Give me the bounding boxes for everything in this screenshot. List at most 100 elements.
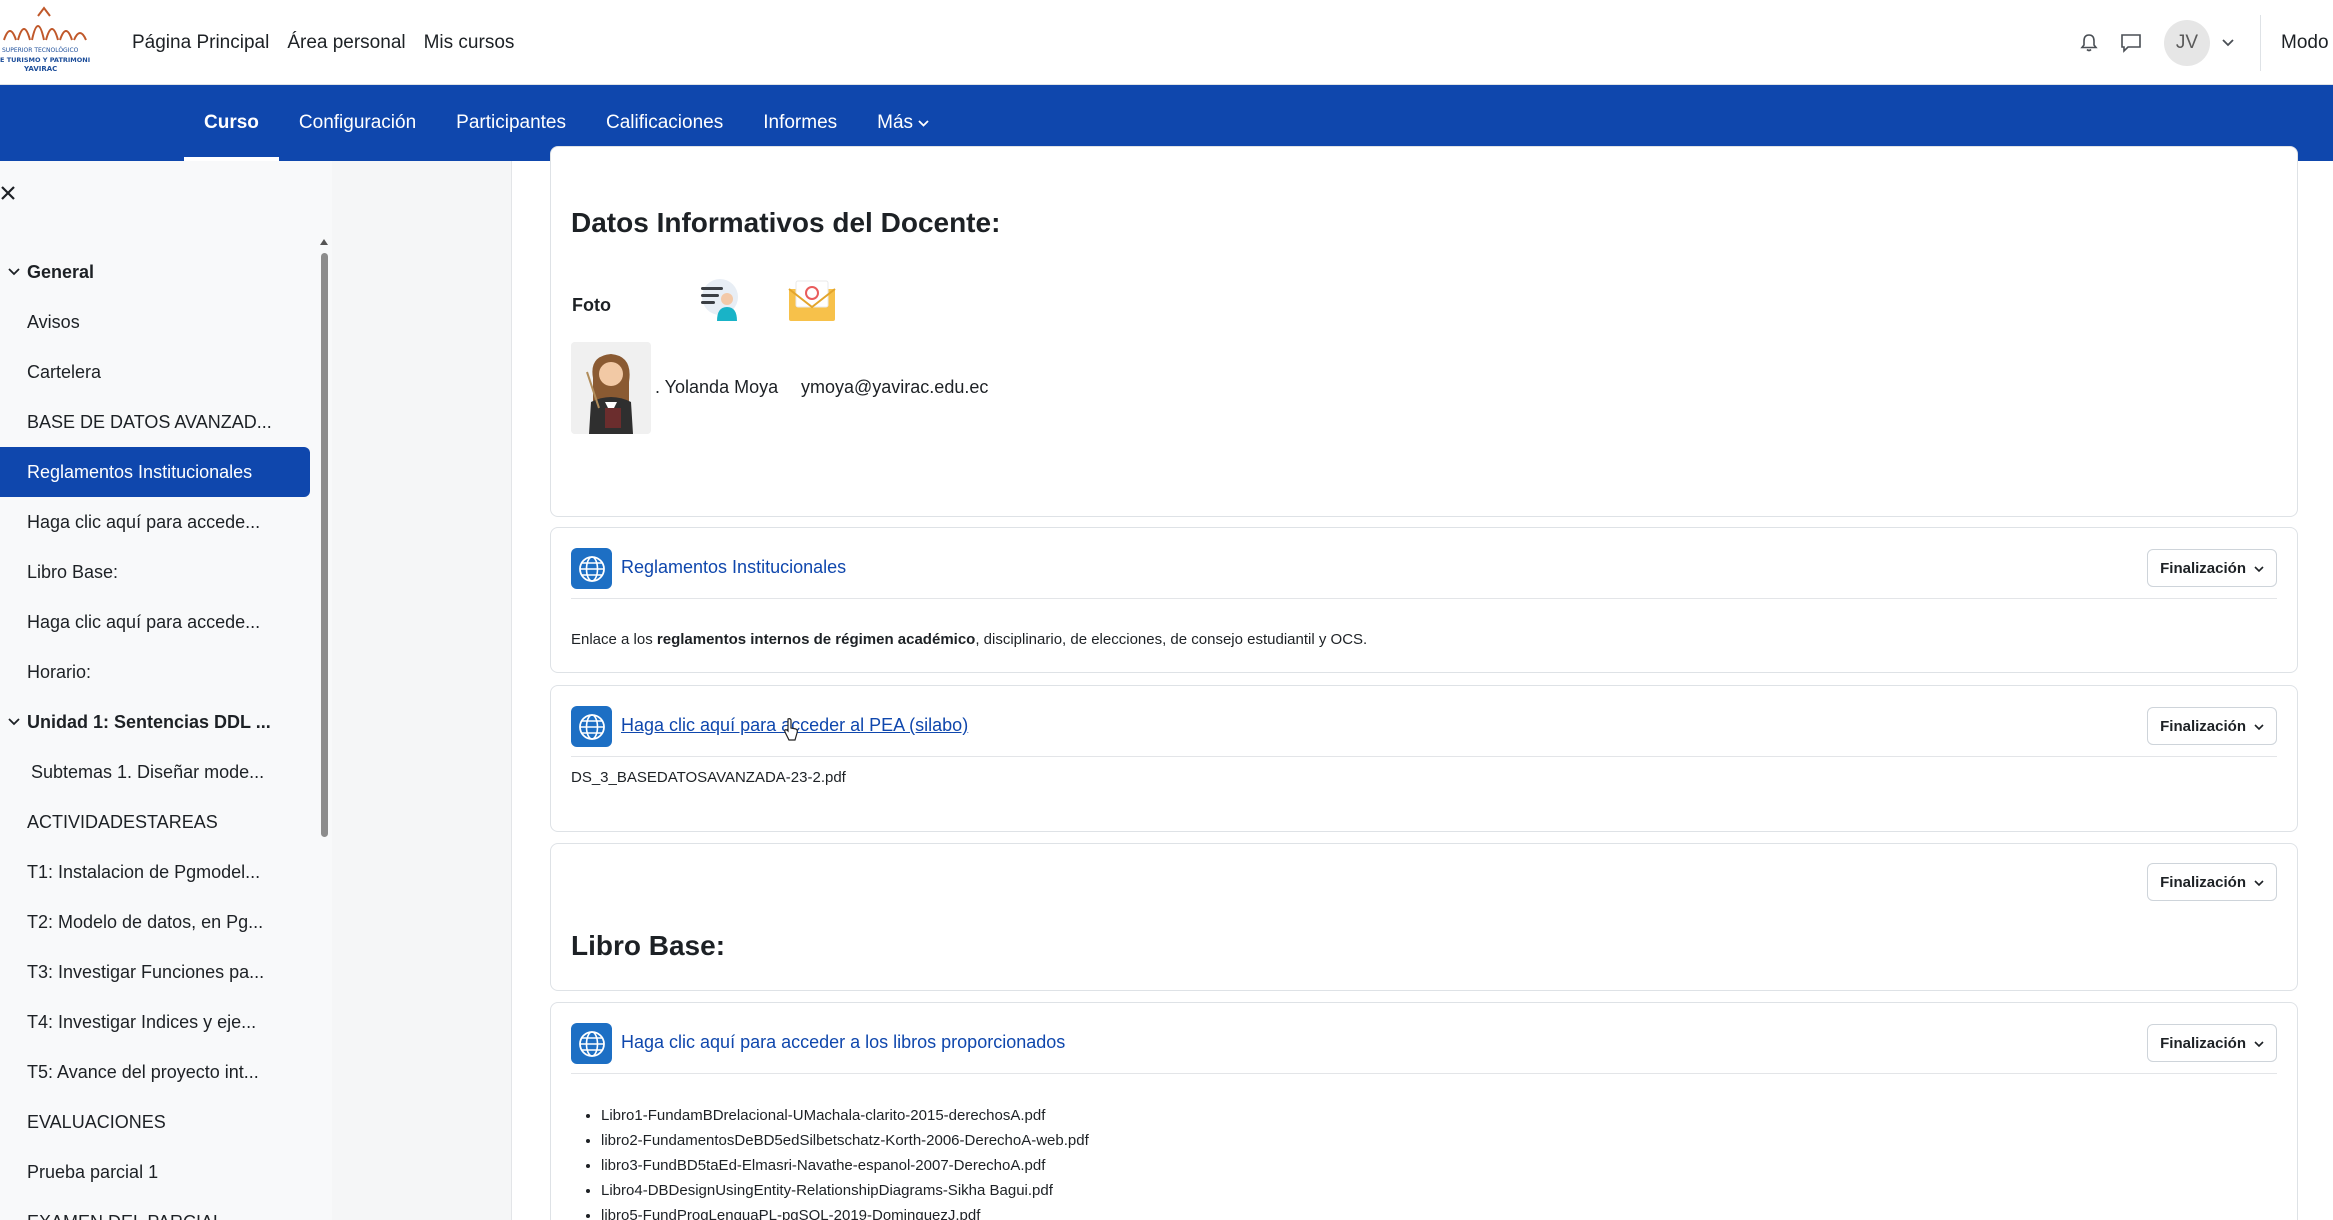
scrollbar[interactable] (321, 253, 328, 837)
teacher-email[interactable]: ymoya@yavirac.edu.ec (801, 377, 988, 398)
index-item-label: BASE DE DATOS AVANZAD... (27, 411, 272, 432)
url-globe-icon (571, 706, 612, 747)
index-item[interactable]: BASE DE DATOS AVANZAD... (0, 397, 310, 447)
list-item: libro5-FundProgLenguaPL-pgSQL-2019-Domin… (601, 1203, 1089, 1220)
attached-file-name: DS_3_BASEDATOSAVANZADA-23-2.pdf (571, 769, 846, 786)
completion-label: Finalización (2160, 1034, 2246, 1052)
section-heading: Datos Informativos del Docente: (571, 207, 1001, 238)
tab-course[interactable]: Curso (184, 85, 279, 161)
teacher-name: . Yolanda Moya (655, 377, 779, 397)
index-item[interactable]: T4: Investigar Indices y eje... (0, 997, 310, 1047)
scroll-up-arrow-icon[interactable] (320, 239, 328, 245)
chevron-down-icon[interactable] (0, 718, 27, 726)
index-item-label: EVALUACIONES (27, 1111, 166, 1132)
index-item[interactable]: T1: Instalacion de Pgmodel... (0, 847, 310, 897)
list-item: libro3-FundBD5taEd-Elmasri-Navathe-espan… (601, 1153, 1089, 1178)
index-item[interactable]: Subtemas 1. Diseñar mode... (0, 747, 310, 797)
nav-my-courses[interactable]: Mis cursos (424, 26, 515, 60)
close-icon[interactable] (0, 185, 20, 205)
index-item[interactable]: Haga clic aquí para accede... (0, 597, 310, 647)
activity-card: Haga clic aquí para acceder al PEA (sila… (550, 685, 2298, 832)
index-item-label: Cartelera (27, 361, 102, 382)
activity-card: Reglamentos Institucionales Finalización… (550, 527, 2298, 673)
index-item-label: Prueba parcial 1 (27, 1161, 159, 1182)
index-section[interactable]: General (0, 247, 310, 297)
url-globe-icon (571, 1023, 612, 1064)
nav-home[interactable]: Página Principal (132, 26, 269, 60)
chevron-down-icon (2254, 560, 2264, 577)
index-item[interactable]: Horario: (0, 647, 310, 697)
index-section-label: General (27, 261, 95, 282)
photo-label: Foto (572, 295, 611, 315)
index-item[interactable]: Cartelera (0, 347, 310, 397)
index-item[interactable]: ACTIVIDADESTAREAS (0, 797, 310, 847)
teacher-id-icon (695, 275, 745, 330)
index-item[interactable]: EVALUACIONES (0, 1097, 310, 1147)
tab-label: Calificaciones (606, 112, 724, 133)
activity-card: Haga clic aquí para acceder a los libros… (550, 1002, 2298, 1220)
section-heading: Libro Base: (571, 930, 726, 961)
notifications-bell-icon[interactable] (2068, 22, 2110, 64)
list-item: Libro1-FundamBDrelacional-UMachala-clari… (601, 1103, 1089, 1128)
index-item-label: Libro Base: (27, 561, 119, 582)
chevron-down-icon[interactable] (2218, 38, 2238, 47)
divider (571, 1073, 2277, 1074)
tab-label: Participantes (456, 112, 566, 133)
svg-text:E TURISMO Y PATRIMONIO: E TURISMO Y PATRIMONIO (0, 56, 90, 64)
index-item[interactable]: T5: Avance del proyecto int... (0, 1047, 310, 1097)
index-item-label: ACTIVIDADESTAREAS (27, 811, 218, 832)
index-section-label: Unidad 1: Sentencias DDL ... (27, 711, 271, 732)
tab-settings[interactable]: Configuración (279, 85, 436, 161)
course-index: General Avisos Cartelera BASE DE DATOS A… (0, 247, 310, 1220)
activity-description: Enlace a los reglamentos internos de rég… (571, 631, 1367, 648)
edit-mode-label[interactable]: Modo (2281, 32, 2333, 54)
messages-icon[interactable] (2110, 22, 2152, 64)
index-item[interactable]: T3: Investigar Funciones pa... (0, 947, 310, 997)
svg-text:YAVIRAC: YAVIRAC (23, 65, 57, 73)
book-list: Libro1-FundamBDrelacional-UMachala-clari… (601, 1103, 1089, 1220)
index-section[interactable]: Unidad 1: Sentencias DDL ... (0, 697, 310, 747)
activity-link[interactable]: Haga clic aquí para acceder a los libros… (621, 1032, 1065, 1053)
index-item-active[interactable]: Reglamentos Institucionales (0, 447, 310, 497)
index-item-label: Horario: (27, 661, 92, 682)
chevron-down-icon (918, 119, 929, 127)
completion-label: Finalización (2160, 717, 2246, 735)
index-item[interactable]: Haga clic aquí para accede... (0, 497, 310, 547)
tab-label: Informes (763, 112, 838, 133)
list-item: Libro4-DBDesignUsingEntity-RelationshipD… (601, 1178, 1089, 1203)
divider (571, 756, 2277, 757)
divider (571, 598, 2277, 599)
completion-dropdown[interactable]: Finalización (2147, 707, 2277, 745)
index-item-label: T1: Instalacion de Pgmodel... (27, 861, 261, 882)
index-item-label: Haga clic aquí para accede... (27, 611, 261, 632)
tab-label: Más (877, 112, 914, 133)
site-logo[interactable]: SUPERIOR TECNOLÓGICO E TURISMO Y PATRIMO… (0, 6, 96, 76)
chevron-down-icon (2254, 1035, 2264, 1052)
chevron-down-icon[interactable] (0, 268, 27, 276)
activity-link[interactable]: Reglamentos Institucionales (621, 557, 846, 578)
index-item[interactable]: Avisos (0, 297, 310, 347)
svg-text:SUPERIOR TECNOLÓGICO: SUPERIOR TECNOLÓGICO (2, 47, 79, 54)
tab-label: Curso (204, 112, 259, 133)
index-item[interactable]: Prueba parcial 1 (0, 1147, 310, 1197)
tab-label: Configuración (298, 112, 417, 133)
description-text: Enlace a los (571, 631, 657, 648)
chevron-down-icon (2254, 874, 2264, 891)
index-item[interactable]: T2: Modelo de datos, en Pg... (0, 897, 310, 947)
completion-dropdown[interactable]: Finalización (2147, 1024, 2277, 1062)
index-item-label: T3: Investigar Funciones pa... (27, 961, 265, 982)
completion-dropdown[interactable]: Finalización (2147, 549, 2277, 587)
index-item[interactable]: Libro Base: (0, 547, 310, 597)
label-card: Finalización Libro Base: (550, 843, 2298, 991)
mouse-cursor-icon (783, 718, 799, 747)
index-item[interactable]: EXAMEN DEL PARCIAL (0, 1197, 310, 1220)
index-item-label: EXAMEN DEL PARCIAL (27, 1212, 223, 1220)
index-item-label: T2: Modelo de datos, en Pg... (27, 911, 264, 932)
index-item-label: Haga clic aquí para accede... (27, 511, 261, 532)
user-avatar[interactable]: JV (2164, 19, 2210, 66)
index-item-label: T5: Avance del proyecto int... (27, 1061, 259, 1082)
teacher-photo (571, 342, 651, 434)
index-item-label: Avisos (27, 311, 80, 332)
completion-dropdown[interactable]: Finalización (2147, 863, 2277, 901)
nav-dashboard[interactable]: Área personal (287, 26, 405, 60)
